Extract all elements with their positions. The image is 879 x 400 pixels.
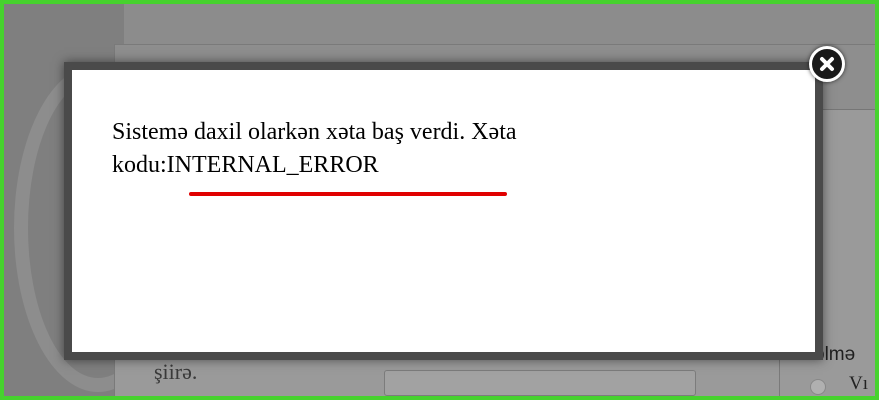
close-icon xyxy=(820,57,834,71)
error-code-prefix: kodu: xyxy=(112,152,167,178)
background-option-label: Vı xyxy=(849,373,868,394)
error-message: Sistemə daxil olarkən xəta baş verdi. Xə… xyxy=(112,116,752,182)
error-code-highlight xyxy=(189,192,507,196)
error-code: INTERNAL_ERROR xyxy=(166,152,379,178)
error-dialog: Sistemə daxil olarkən xəta baş verdi. Xə… xyxy=(64,62,823,360)
background-label: şiirə. xyxy=(154,359,198,384)
error-message-line1: Sistemə daxil olarkən xəta baş verdi. Xə… xyxy=(112,119,517,145)
background-input-field xyxy=(384,370,696,396)
background-radio xyxy=(810,379,826,395)
close-button[interactable] xyxy=(809,46,845,82)
screenshot-frame: şiirə. ölmə Vı Sistemə daxil olarkən xət… xyxy=(0,0,879,400)
